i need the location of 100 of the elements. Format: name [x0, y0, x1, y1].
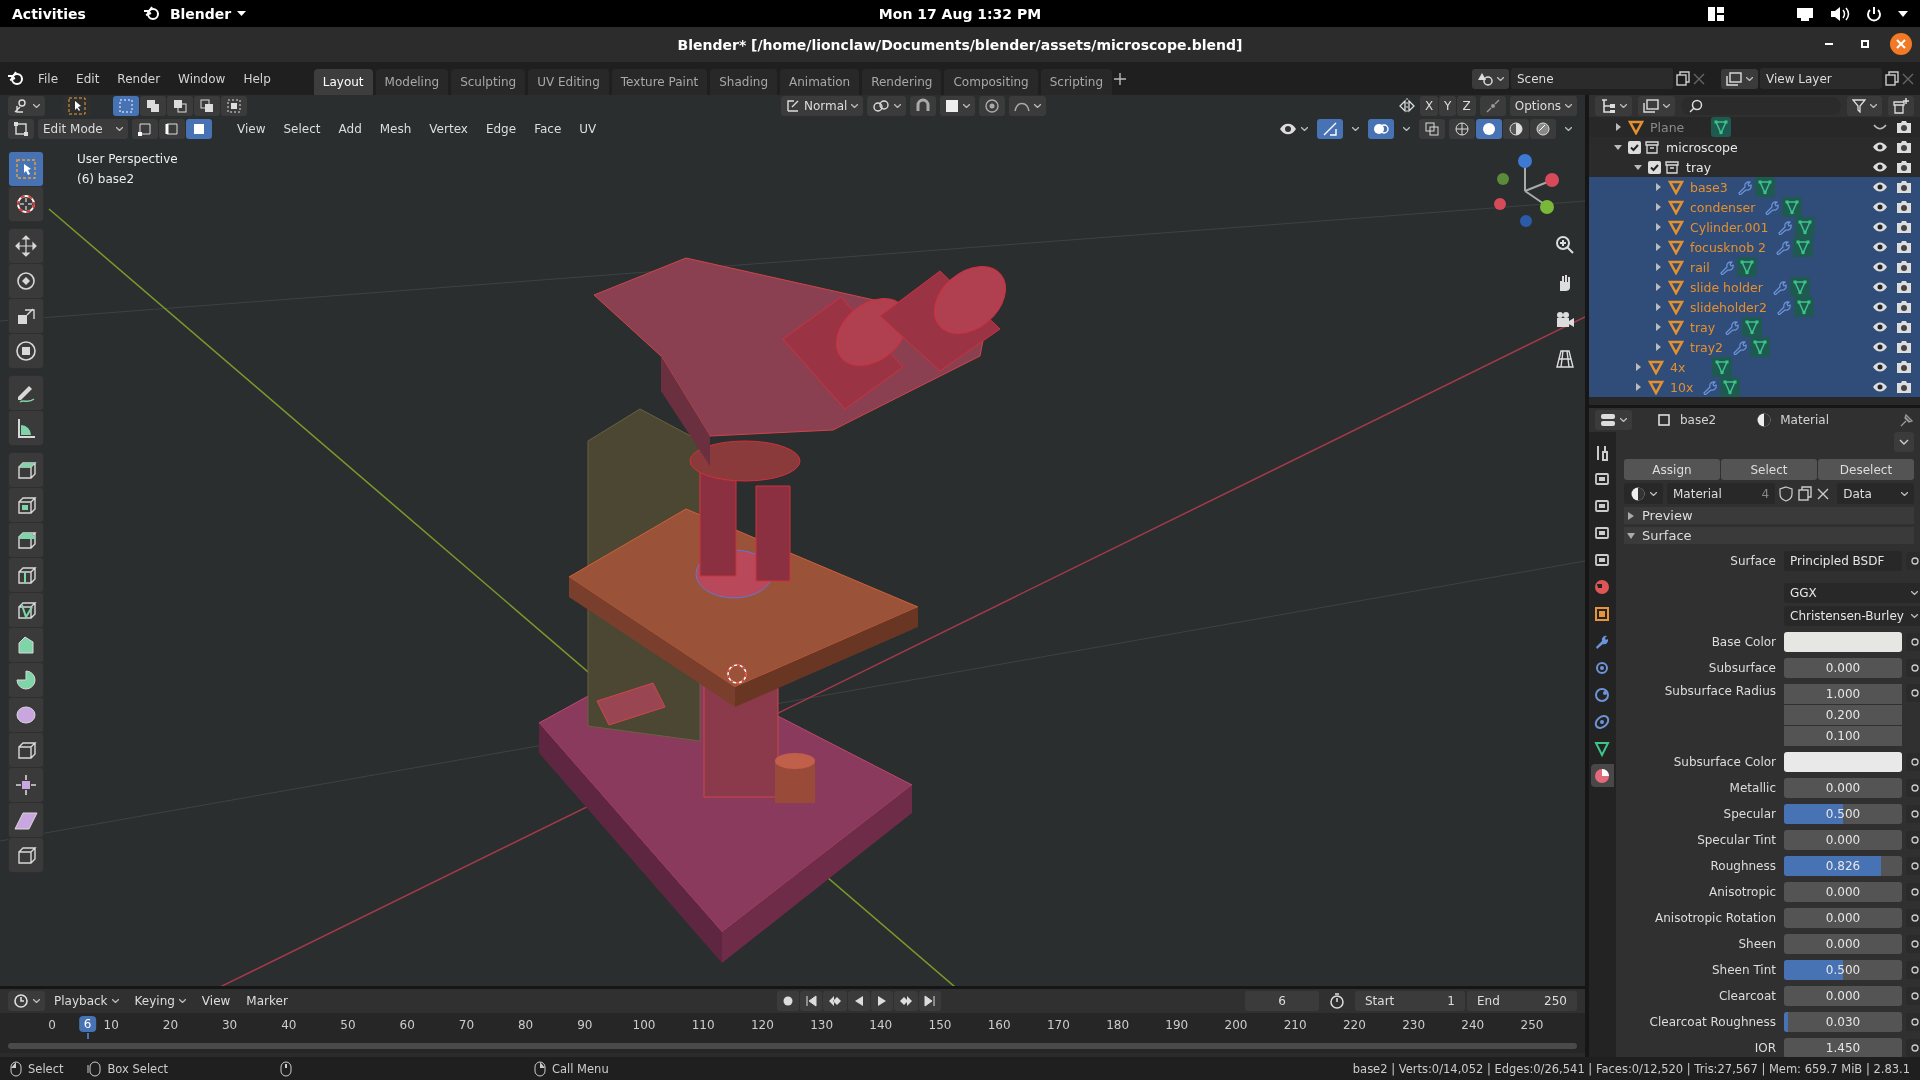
outliner-row[interactable]: tray — [1589, 317, 1920, 337]
clock[interactable]: Mon 17 Aug 1:32 PM — [878, 5, 1042, 22]
view-layer-field[interactable]: View Layer — [1760, 68, 1882, 89]
subsurface-method-dropdown[interactable]: Christensen-Burley — [1784, 606, 1920, 626]
value-slider[interactable]: 0.500 — [1784, 960, 1902, 980]
start-frame-field[interactable]: Start 1 — [1355, 991, 1465, 1011]
axis-toggle[interactable]: Y — [1439, 96, 1457, 116]
field-value: Material — [1673, 486, 1722, 501]
property-label: Subsurface — [1707, 661, 1777, 675]
frame-number: 210 — [1283, 1018, 1307, 1032]
outliner-row[interactable]: slideholder2 — [1589, 297, 1920, 317]
number-field[interactable]: 1.000 — [1784, 684, 1902, 704]
activities-button[interactable]: Activities — [12, 5, 86, 22]
shader-field[interactable]: Principled BSDF — [1784, 551, 1902, 571]
value-slider[interactable]: 0.826 — [1784, 856, 1902, 876]
workspace-tab[interactable]: Modeling — [375, 68, 449, 95]
outliner-row[interactable]: Cylinder.001 — [1589, 217, 1920, 237]
panel-header[interactable]: Preview — [1624, 507, 1914, 524]
scene-field[interactable]: Scene — [1511, 68, 1673, 89]
menu-item[interactable]: Playback — [47, 992, 126, 1010]
menu-item[interactable]: Help — [235, 68, 279, 89]
number-field[interactable]: 1.450 — [1784, 1038, 1902, 1057]
menu-item[interactable]: Edge — [478, 120, 524, 138]
frame-number: 240 — [1461, 1018, 1485, 1032]
workspace-tab[interactable]: Sculpting — [451, 68, 526, 95]
outliner-row[interactable]: rail — [1589, 257, 1920, 277]
outliner-row[interactable]: focusknob 2 — [1589, 237, 1920, 257]
workspace-tab[interactable]: Rendering — [862, 68, 942, 95]
object-name: condenser — [1690, 199, 1756, 215]
outliner-row[interactable]: condenser — [1589, 197, 1920, 217]
outliner-row[interactable]: slide holder — [1589, 277, 1920, 297]
workspace-tab[interactable]: Texture Paint — [611, 68, 708, 95]
distribution-dropdown[interactable]: GGX — [1784, 583, 1920, 603]
menu-item[interactable]: Window — [170, 68, 234, 89]
window-title: Blender* [/home/lionclaw/Documents/blender/assets/microscope.blend] — [677, 36, 1243, 53]
workspace-tab[interactable]: Layout — [313, 68, 373, 95]
property-label: Specular — [1722, 807, 1777, 821]
object-info: (6) base2 — [77, 171, 136, 188]
number-field[interactable]: 0.000 — [1784, 830, 1902, 850]
slot-action-button[interactable]: Deselect — [1818, 459, 1914, 480]
workspace-tab[interactable]: Shading — [710, 68, 777, 95]
number-field[interactable]: 0.000 — [1784, 778, 1902, 798]
end-frame-field[interactable]: End 250 — [1467, 991, 1577, 1011]
menu-item[interactable]: Keying — [127, 992, 193, 1010]
menu-item[interactable]: View — [230, 120, 273, 138]
number-field[interactable]: 0.000 — [1784, 908, 1902, 928]
property-label: Specular Tint — [1696, 833, 1777, 847]
outliner-row[interactable]: Plane — [1589, 117, 1920, 137]
workspace-tab[interactable]: Scripting — [1040, 68, 1113, 95]
orientation-dropdown[interactable]: Normal — [781, 96, 864, 116]
menu-item[interactable]: Face — [527, 120, 569, 138]
frame-number: 20 — [162, 1018, 179, 1032]
link-dropdown[interactable]: Data — [1837, 483, 1914, 504]
object-name: Plane — [1650, 119, 1685, 135]
number-field[interactable]: 0.100 — [1784, 726, 1902, 746]
menu-item[interactable]: Mesh — [372, 120, 419, 138]
menu-item[interactable]: Edit — [68, 68, 108, 89]
menu-item[interactable]: Add — [331, 120, 369, 138]
menu-item[interactable]: View — [194, 992, 238, 1010]
user-count: 4 — [1760, 486, 1771, 501]
slot-action-button[interactable]: Assign — [1624, 459, 1720, 480]
menu-item[interactable]: UV — [572, 120, 604, 138]
frame-number: 60 — [399, 1018, 415, 1032]
axis-toggle[interactable]: Z — [1457, 96, 1476, 116]
options-dropdown[interactable]: Options — [1509, 96, 1577, 116]
field-value: 1 — [1447, 994, 1455, 1008]
outliner-row[interactable]: 10x — [1589, 377, 1920, 397]
frame-number: 250 — [1520, 1018, 1544, 1032]
workspace-tab[interactable]: Animation — [780, 68, 860, 95]
playhead[interactable]: 6 — [78, 1016, 97, 1032]
menu-item[interactable]: Marker — [239, 992, 295, 1010]
number-field[interactable]: 0.000 — [1784, 882, 1902, 902]
property-label: Sheen — [1737, 937, 1777, 951]
mode-dropdown[interactable]: Edit Mode — [38, 119, 128, 139]
frame-number: 160 — [987, 1018, 1011, 1032]
value-slider[interactable]: 0.030 — [1784, 1012, 1902, 1032]
object-name: tray — [1690, 319, 1716, 335]
object-name: Cylinder.001 — [1690, 219, 1769, 235]
frame-field[interactable]: 6 — [1245, 991, 1319, 1011]
slot-action-button[interactable]: Select — [1721, 459, 1817, 480]
menu-item[interactable]: Vertex — [422, 120, 475, 138]
app-menu[interactable]: Blender — [135, 1, 253, 26]
property-label: Clearcoat — [1717, 989, 1777, 1003]
menu-item[interactable]: Select — [276, 120, 328, 138]
workspace-tab[interactable]: Compositing — [944, 68, 1038, 95]
number-field[interactable]: 0.000 — [1784, 986, 1902, 1006]
property-label: Metallic — [1728, 781, 1777, 795]
menu-item[interactable]: Render — [109, 68, 169, 89]
panel-header[interactable]: Surface — [1624, 527, 1914, 544]
outliner-row[interactable]: base3 — [1589, 177, 1920, 197]
menu-item[interactable]: File — [30, 68, 67, 89]
workspace-tab[interactable]: UV Editing — [528, 68, 609, 95]
material-name-field[interactable]: Material 4 — [1667, 483, 1776, 504]
number-field[interactable]: 0.000 — [1784, 934, 1902, 954]
outliner-row[interactable]: tray2 — [1589, 337, 1920, 357]
number-field[interactable]: 0.000 — [1784, 658, 1902, 678]
value-slider[interactable]: 0.500 — [1784, 804, 1902, 824]
axis-toggle[interactable]: X — [1419, 96, 1439, 116]
outliner-row[interactable]: 4x — [1589, 357, 1920, 377]
number-field[interactable]: 0.200 — [1784, 705, 1902, 725]
